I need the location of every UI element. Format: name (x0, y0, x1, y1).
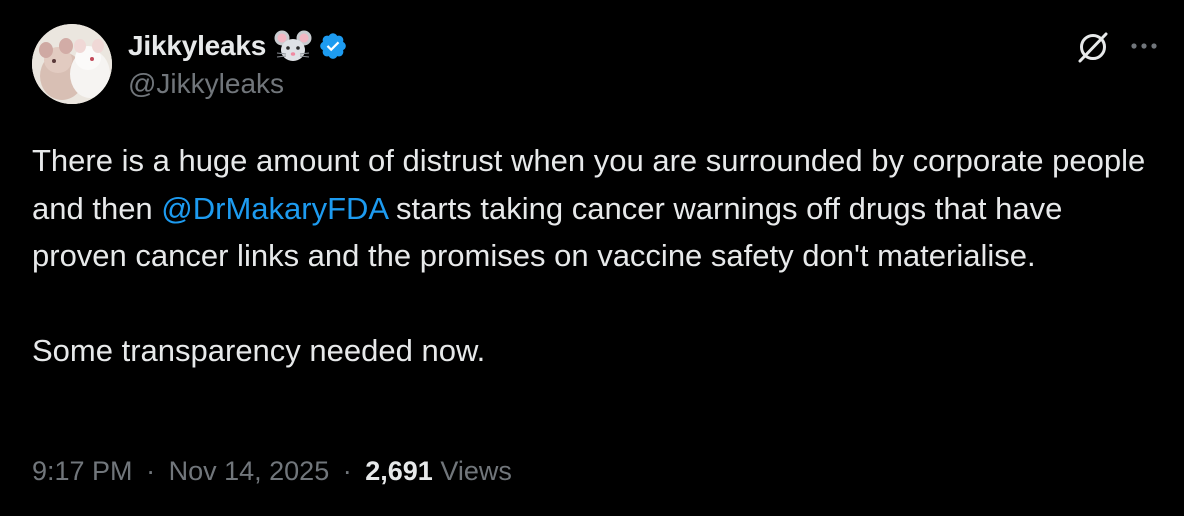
meta-separator: · (146, 456, 156, 486)
tweet-text: There is a huge amount of distrust when … (32, 137, 1152, 375)
tweet-time[interactable]: 9:17 PM (32, 456, 133, 486)
mention-link[interactable]: @DrMakaryFDA (161, 191, 387, 226)
tweet-card: Jikkyleaks @Jikkyleaks There is a huge a… (0, 0, 1184, 516)
meta-separator: · (342, 456, 352, 486)
verified-badge-icon[interactable] (318, 31, 348, 61)
views-count: 2,691 (365, 456, 433, 486)
views-label: Views (440, 456, 512, 486)
tweet-paragraph-2: Some transparency needed now. (32, 333, 486, 368)
avatar[interactable] (32, 24, 112, 104)
tweet-paragraph-1: There is a huge amount of distrust when … (32, 137, 1152, 280)
grok-icon[interactable] (1076, 30, 1110, 64)
tweet-meta: 9:17 PM · Nov 14, 2025 · 2,691 Views (32, 456, 512, 487)
author-display-name[interactable]: Jikkyleaks (128, 30, 266, 62)
mouse-face-emoji-icon (274, 29, 312, 63)
author-name-row[interactable]: Jikkyleaks (128, 26, 348, 66)
tweet-date[interactable]: Nov 14, 2025 (169, 456, 330, 486)
avatar-image (32, 24, 112, 104)
more-options-icon[interactable] (1126, 30, 1162, 64)
author-handle[interactable]: @Jikkyleaks (128, 68, 284, 100)
